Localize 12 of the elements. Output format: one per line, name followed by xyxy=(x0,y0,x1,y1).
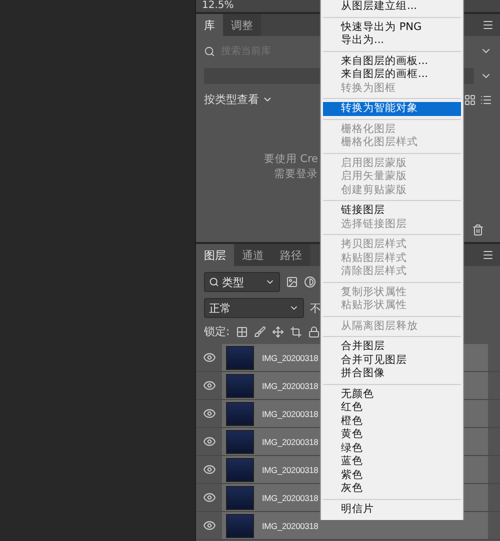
layer-name: IMG_20200318 xyxy=(262,492,318,502)
layer-name: IMG_20200318 xyxy=(262,408,318,418)
zoom-level: 12.5% xyxy=(202,0,234,12)
layer-name: IMG_20200318 xyxy=(262,436,318,446)
lock-label: 锁定: xyxy=(204,324,230,339)
layer-name: IMG_20200318 xyxy=(262,520,318,530)
layer-name: IMG_20200318 xyxy=(262,352,318,362)
opacity-label: 不 xyxy=(310,300,321,316)
layer-name: IMG_20200318 xyxy=(262,380,318,390)
login-message: 需要登录 xyxy=(274,167,318,181)
layer-name: IMG_20200318 xyxy=(262,464,318,474)
login-message: 要使用 Cre xyxy=(264,152,318,166)
